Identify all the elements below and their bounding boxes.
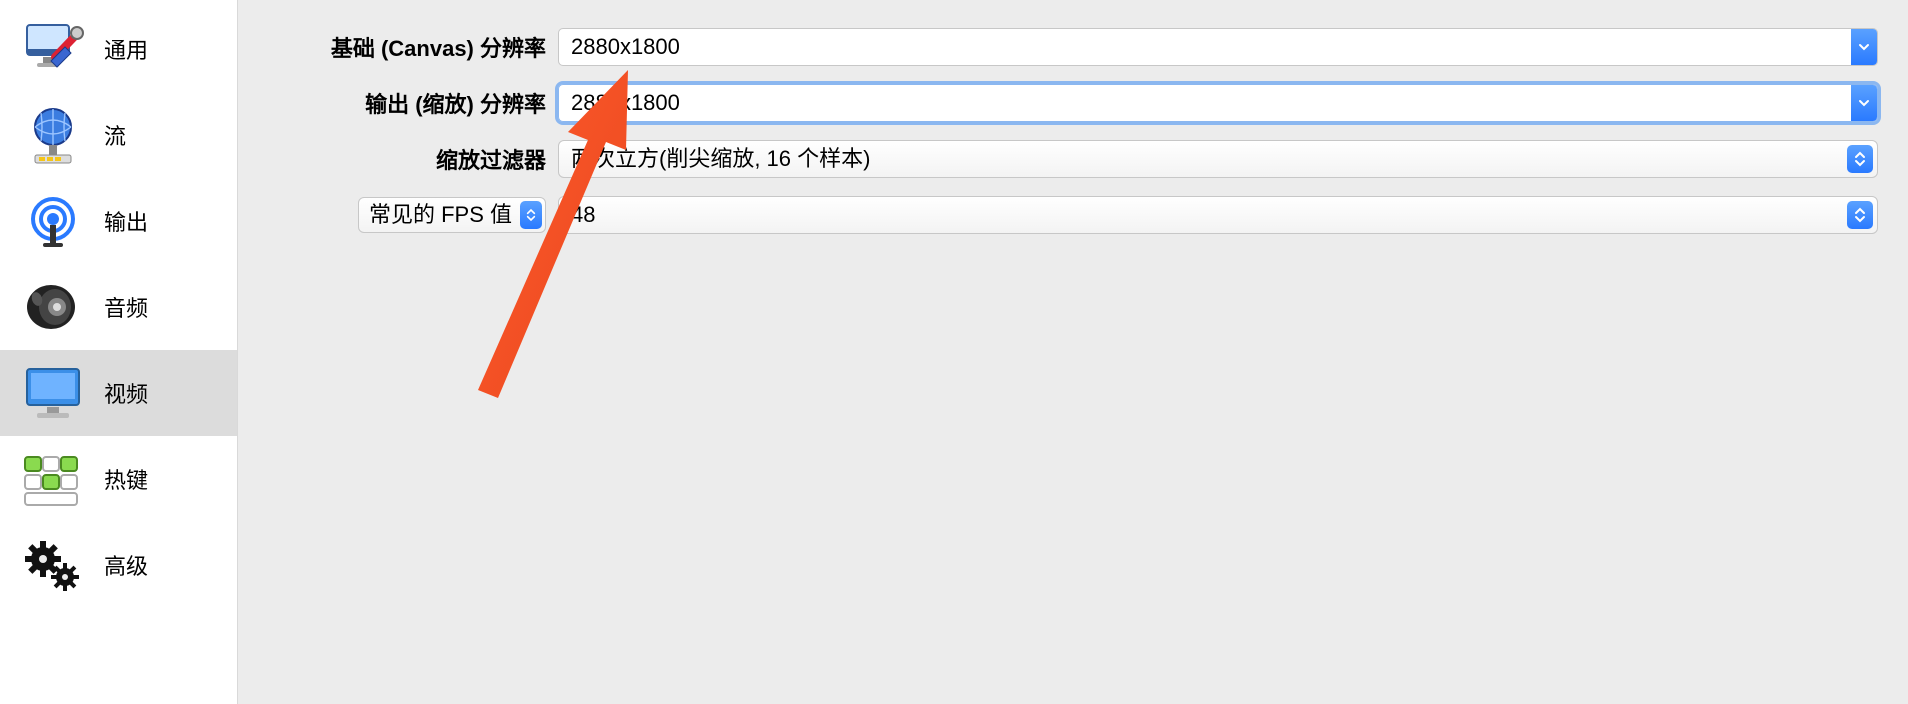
base-resolution-combobox[interactable]: 2880x1800 [558,28,1878,66]
settings-sidebar: 通用 流 [0,0,238,704]
settings-panel-video: 基础 (Canvas) 分辨率 2880x1800 输出 (缩放) 分辨率 28… [238,0,1908,704]
sidebar-item-label: 音频 [104,291,148,323]
sidebar-item-advanced[interactable]: 高级 [0,522,237,608]
sidebar-item-output[interactable]: 输出 [0,178,237,264]
downscale-filter-label: 缩放过滤器 [238,143,558,175]
downscale-filter-select[interactable]: 两次立方(削尖缩放, 16 个样本) [558,140,1878,178]
fps-value: 48 [559,197,1847,233]
keyboard-keys-icon [16,442,90,516]
downscale-filter-value: 两次立方(削尖缩放, 16 个样本) [559,141,1847,177]
sidebar-item-hotkeys[interactable]: 热键 [0,436,237,522]
updown-stepper-icon[interactable] [1847,145,1873,173]
sidebar-item-stream[interactable]: 流 [0,92,237,178]
monitor-icon [16,356,90,430]
base-resolution-value: 2880x1800 [559,29,1851,65]
sidebar-item-audio[interactable]: 音频 [0,264,237,350]
fps-type-value: 常见的 FPS 值 [369,198,520,232]
sidebar-item-video[interactable]: 视频 [0,350,237,436]
sidebar-item-label: 通用 [104,33,148,65]
globe-network-icon [16,98,90,172]
output-resolution-combobox[interactable]: 2880x1800 [558,84,1878,122]
speaker-icon [16,270,90,344]
sidebar-item-label: 输出 [104,205,148,237]
chevron-down-icon[interactable] [1851,29,1877,65]
chevron-down-icon[interactable] [1851,85,1877,121]
updown-stepper-icon[interactable] [1847,201,1873,229]
broadcast-icon [16,184,90,258]
fps-value-select[interactable]: 48 [558,196,1878,234]
monitor-wrench-icon [16,12,90,86]
sidebar-item-label: 热键 [104,463,148,495]
gears-icon [16,528,90,602]
updown-stepper-icon[interactable] [520,201,542,229]
output-resolution-value: 2880x1800 [559,85,1851,121]
base-resolution-label: 基础 (Canvas) 分辨率 [238,31,558,63]
sidebar-item-label: 视频 [104,377,148,409]
sidebar-item-label: 流 [104,119,126,151]
sidebar-item-label: 高级 [104,549,148,581]
output-resolution-label: 输出 (缩放) 分辨率 [238,87,558,119]
fps-type-select[interactable]: 常见的 FPS 值 [358,197,546,233]
sidebar-item-general[interactable]: 通用 [0,6,237,92]
